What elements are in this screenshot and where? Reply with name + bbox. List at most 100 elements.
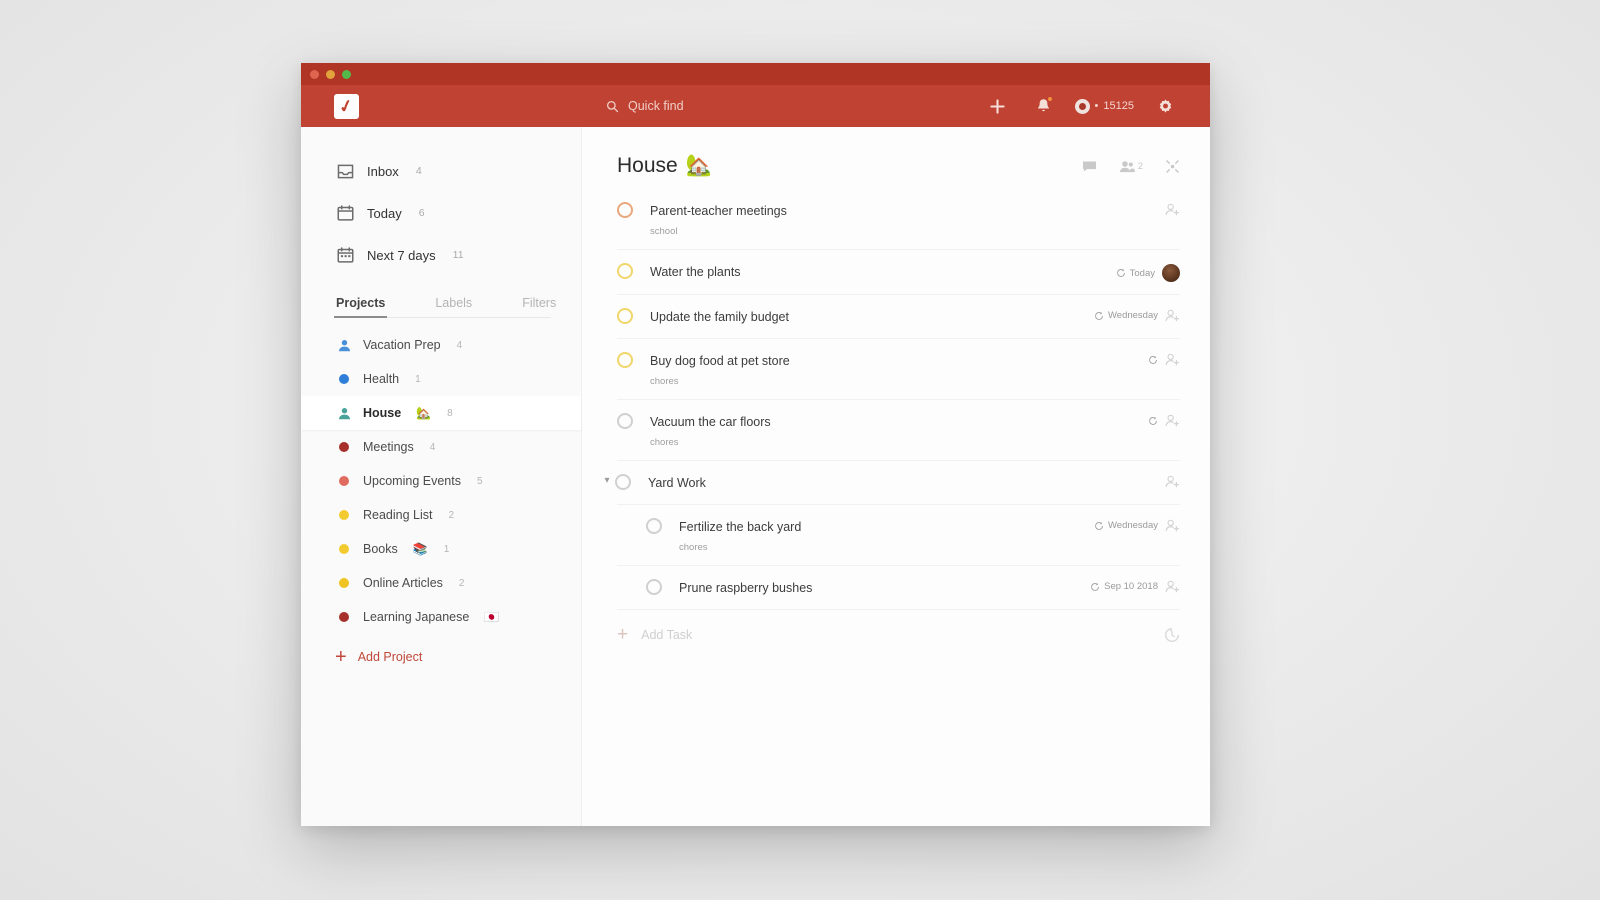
- project-emoji: 📚: [412, 542, 428, 556]
- karma-counter[interactable]: • 15125: [1067, 98, 1142, 114]
- project-icon: [337, 544, 351, 554]
- project-comments-button[interactable]: [1082, 160, 1097, 173]
- task-meta: [1165, 475, 1180, 488]
- tab-projects[interactable]: Projects: [334, 290, 388, 318]
- sidebar-item-next-7-days[interactable]: Next 7 days 11: [301, 234, 581, 276]
- tab-filters[interactable]: Filters: [520, 290, 558, 317]
- task-recurring-indicator[interactable]: [1148, 416, 1158, 426]
- history-icon[interactable]: [1164, 627, 1180, 643]
- search-icon: [606, 100, 619, 112]
- settings-button[interactable]: [1142, 85, 1188, 127]
- task-row[interactable]: Vacuum the car floors chores: [617, 400, 1180, 461]
- sidebar-project-item[interactable]: Health 1: [301, 362, 581, 396]
- assign-person-icon[interactable]: [1165, 475, 1180, 488]
- task-complete-checkbox[interactable]: [617, 263, 633, 279]
- todoist-logo-icon[interactable]: ✓: [334, 93, 359, 119]
- recurring-icon: [1116, 269, 1125, 277]
- project-title-emoji: 🏡: [685, 154, 712, 177]
- task-due-date[interactable]: Wednesday: [1094, 520, 1158, 531]
- task-complete-checkbox[interactable]: [617, 308, 633, 324]
- project-icon: [337, 374, 351, 384]
- task-complete-checkbox[interactable]: [617, 352, 633, 368]
- karma-icon: [1074, 98, 1090, 114]
- assign-person-icon[interactable]: [1165, 203, 1180, 216]
- task-content: Prune raspberry bushes: [679, 579, 1078, 597]
- sidebar-item-inbox[interactable]: Inbox 4: [301, 150, 581, 192]
- sidebar-item-label: Today: [367, 205, 402, 221]
- assign-person-icon[interactable]: [1165, 580, 1180, 593]
- sidebar-tabs: Projects Labels Filters: [334, 290, 556, 318]
- task-complete-checkbox[interactable]: [617, 413, 633, 429]
- page-title: House 🏡: [617, 154, 712, 178]
- avatar[interactable]: [1162, 264, 1180, 282]
- tab-labels[interactable]: Labels: [433, 290, 474, 317]
- window-minimize-button[interactable]: [326, 69, 335, 79]
- task-row[interactable]: Water the plants Today: [617, 250, 1180, 295]
- task-complete-checkbox[interactable]: [615, 474, 631, 490]
- task-row[interactable]: Parent-teacher meetings school: [617, 189, 1180, 250]
- task-recurring-indicator[interactable]: [1148, 355, 1158, 365]
- assign-person-icon[interactable]: [1165, 519, 1180, 532]
- calendar-week-icon: [337, 247, 354, 264]
- task-due-date[interactable]: Wednesday: [1094, 310, 1158, 321]
- task-meta: Wednesday: [1094, 519, 1180, 532]
- project-color-dot: [339, 544, 349, 554]
- comment-icon: [1082, 160, 1096, 172]
- task-row[interactable]: ▾ Yard Work: [604, 461, 1180, 505]
- chevron-down-icon[interactable]: ▾: [599, 475, 615, 486]
- assign-person-icon[interactable]: [1165, 414, 1180, 427]
- notifications-button[interactable]: [1021, 85, 1067, 127]
- project-count: 8: [447, 407, 453, 419]
- window-close-button[interactable]: [310, 69, 319, 79]
- sidebar-project-item[interactable]: Books 📚 1: [301, 532, 581, 566]
- task-row[interactable]: Buy dog food at pet store chores: [617, 339, 1180, 400]
- task-due-date[interactable]: Today: [1116, 268, 1155, 279]
- project-header: House 🏡 2: [617, 127, 1180, 189]
- project-list: Vacation Prep 4 Health 1 House 🏡 8 Meetings 4 Up…: [301, 328, 581, 634]
- sidebar-project-item[interactable]: House 🏡 8: [301, 396, 581, 430]
- karma-icon-inner: [1078, 102, 1086, 110]
- project-icon: [337, 476, 351, 486]
- task-content: Vacuum the car floors chores: [650, 413, 1136, 448]
- sidebar-item-today[interactable]: Today 6: [301, 192, 581, 234]
- task-complete-checkbox[interactable]: [617, 202, 633, 218]
- plus-icon: +: [617, 624, 629, 645]
- project-count: 4: [429, 441, 436, 453]
- task-sublabel: chores: [679, 542, 708, 553]
- sidebar-project-item[interactable]: Upcoming Events 5: [301, 464, 581, 498]
- sidebar-project-item[interactable]: Online Articles 2: [301, 566, 581, 600]
- window-maximize-button[interactable]: [342, 69, 351, 79]
- subtask-row[interactable]: Fertilize the back yard chores Wednesday: [617, 505, 1180, 566]
- recurring-icon: [1095, 521, 1103, 530]
- add-task-row[interactable]: + Add Task: [617, 610, 1180, 658]
- subtask-row[interactable]: Prune raspberry bushes Sep 10 2018: [617, 566, 1180, 610]
- task-due-date[interactable]: Sep 10 2018: [1090, 581, 1158, 592]
- task-due-text: Wednesday: [1108, 520, 1158, 531]
- project-share-button[interactable]: 2: [1119, 160, 1143, 173]
- task-content: Buy dog food at pet store chores: [650, 352, 1136, 387]
- search-placeholder: Quick find: [628, 99, 684, 113]
- add-task-button[interactable]: [975, 85, 1021, 127]
- project-icon: [337, 407, 351, 420]
- sidebar-project-item[interactable]: Vacation Prep 4: [301, 328, 581, 362]
- task-complete-checkbox[interactable]: [646, 579, 662, 595]
- assign-person-icon[interactable]: [1165, 353, 1180, 366]
- project-settings-button[interactable]: [1165, 159, 1180, 174]
- project-label: Vacation Prep: [363, 338, 441, 352]
- people-icon: [1119, 160, 1135, 172]
- add-project-button[interactable]: + Add Project: [301, 638, 581, 676]
- sidebar-project-item[interactable]: Learning Japanese 🇯🇵: [301, 600, 581, 634]
- task-meta: Today: [1116, 264, 1180, 282]
- task-row[interactable]: Update the family budget Wednesday: [617, 295, 1180, 339]
- tab-label: Labels: [435, 296, 473, 310]
- task-title: Fertilize the back yard: [679, 520, 802, 534]
- plus-icon: +: [335, 646, 347, 668]
- task-complete-checkbox[interactable]: [646, 518, 662, 534]
- assign-person-icon[interactable]: [1165, 309, 1180, 322]
- sidebar-project-item[interactable]: Meetings 4: [301, 430, 581, 464]
- tab-label: Projects: [336, 296, 386, 310]
- task-content: Water the plants: [650, 263, 1104, 281]
- sidebar-project-item[interactable]: Reading List 2: [301, 498, 581, 532]
- project-emoji: 🇯🇵: [484, 610, 500, 624]
- search-input[interactable]: Quick find: [606, 99, 684, 113]
